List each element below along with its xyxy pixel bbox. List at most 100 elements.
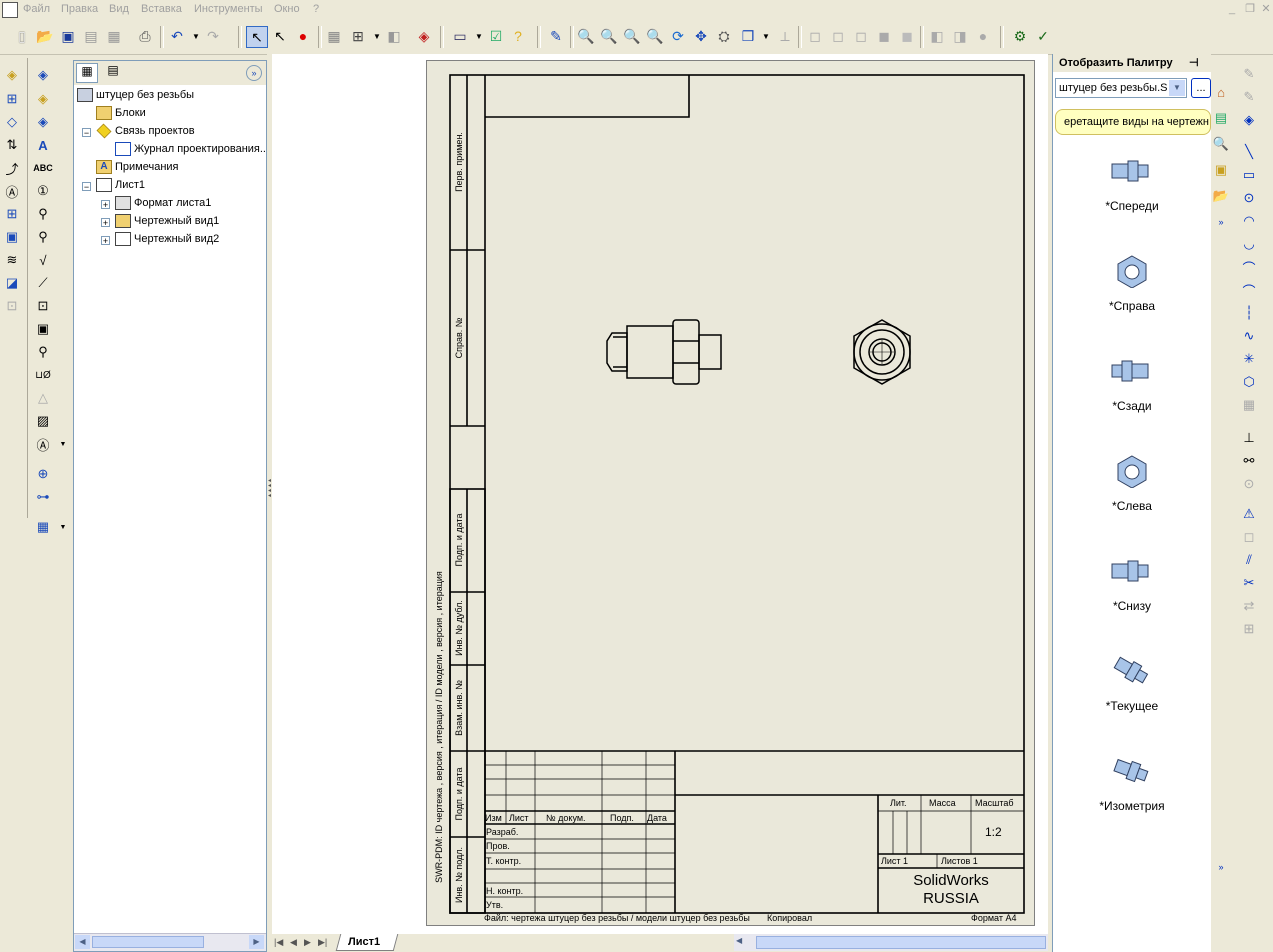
expand-icon[interactable]: + [101,236,110,246]
datum-target-icon[interactable]: ⊔Ø [32,365,54,385]
magnetic-line-icon[interactable]: ⚲ [32,227,54,247]
palette-view-isometric[interactable]: *Изометрия [1053,754,1211,813]
snap-icon[interactable]: ⊞ [348,26,368,46]
hole-callout-icon[interactable]: ⊡ [32,296,54,316]
offset-entities-icon[interactable]: ▦ [1238,395,1260,415]
line-icon[interactable]: ╲ [1238,142,1260,162]
drawing-sheet[interactable]: Перв. примен. Справ. № Подп. и дата Инв.… [426,60,1035,926]
zoom-area-icon[interactable]: 🔍 [599,26,619,46]
geometric-tolerance-icon[interactable]: ▣ [32,319,54,339]
spell-check-icon[interactable]: ◈ [32,112,54,132]
center-mark-icon[interactable]: ⊕ [32,464,54,484]
print-icon[interactable]: ⎙ [135,26,155,46]
scroll-right-icon[interactable]: ▶ [249,935,264,949]
standard-3-view-icon[interactable]: ⊞ [1,204,23,224]
shadows-icon[interactable]: ◨ [950,26,970,46]
collapse-icon[interactable]: − [82,182,91,192]
help-icon[interactable]: ? [508,26,528,46]
prev-sheet-icon[interactable]: ◀ [290,937,297,948]
model-items-icon[interactable]: ◈ [32,89,54,109]
minimize-icon[interactable]: _ [1225,2,1239,16]
spell-checker-icon[interactable]: ABC [32,158,54,178]
palette-view-right[interactable]: *Справа [1053,254,1211,313]
extend-icon[interactable]: ⫽ [1238,550,1260,570]
pin-icon[interactable]: ⊣ [1189,56,1199,69]
expand-panel-icon[interactable]: » [246,65,262,81]
perspective-icon[interactable]: ◧ [927,26,947,46]
rotate-icon[interactable]: ⟳ [668,26,688,46]
note-icon[interactable]: A [32,135,54,155]
menu-window[interactable]: Окно [274,3,300,15]
standard-views-icon[interactable]: ❒ [738,26,758,46]
block-dropdown-icon[interactable]: ▼ [52,434,74,454]
collapse-icon[interactable]: − [82,128,91,138]
section-view-icon[interactable]: ⟂ [775,26,795,46]
display-relations-icon[interactable]: ⚯ [1238,451,1260,471]
design-library-icon[interactable]: ▤ [1210,108,1232,128]
zoom-selection-icon[interactable]: 🔍 [645,26,665,46]
weld-symbol-icon[interactable]: ⟋ [32,273,54,293]
appearances-icon[interactable]: 📂 [1210,186,1232,206]
detail-view-icon[interactable]: Ⓐ [1,181,23,201]
tangent-arc-icon[interactable]: ◡ [1238,234,1260,254]
split-icon[interactable]: ✂ [1238,573,1260,593]
centerline-icon[interactable]: ⊶ [32,487,54,507]
menu-insert[interactable]: Вставка [141,3,182,15]
expand-icon[interactable]: + [101,218,110,228]
tree-item-annotations[interactable]: A Примечания [96,159,179,175]
scroll-thumb[interactable] [756,936,1046,949]
open-folder-icon[interactable]: 📂 [35,26,55,46]
publish-icon[interactable]: ▦ [104,26,124,46]
circle-icon[interactable]: ⊙ [1238,188,1260,208]
sheet-tab-sheet1[interactable]: Лист1 [348,936,380,948]
first-sheet-icon[interactable]: |◀ [274,937,283,948]
shaded-icon[interactable]: ◼ [897,26,917,46]
centerpoint-arc-icon[interactable]: ◠ [1238,211,1260,231]
break-icon[interactable]: ≋ [1,250,23,270]
expand-bottom-icon[interactable]: » [1210,857,1232,877]
views-dropdown-icon[interactable]: ▼ [756,26,776,46]
block-tool-icon[interactable]: ⊞ [1238,619,1260,639]
3d-part-icon[interactable]: ◈ [414,26,434,46]
browse-button[interactable]: ... [1191,78,1211,98]
zoom-in-out-icon[interactable]: 🔍 [622,26,642,46]
spline-icon[interactable]: ∿ [1238,326,1260,346]
add-relation-icon[interactable]: ⊥ [1238,428,1260,448]
aligned-section-icon[interactable]: ⤴ [1,158,23,178]
polygon-icon[interactable]: ⬡ [1238,372,1260,392]
hidden-lines-visible-icon[interactable]: ◻ [828,26,848,46]
area-hatch-icon[interactable]: ▨ [32,411,54,431]
smart-dim-icon[interactable]: ✎ [1238,87,1260,107]
section-view-icon[interactable]: ⇅ [1,135,23,155]
horizontal-scrollbar[interactable]: ◀ [734,934,1048,951]
zoom-to-fit-icon[interactable]: 🔍 [576,26,596,46]
auto-balloon-icon[interactable]: ⚲ [32,204,54,224]
arc-icon[interactable]: ⌒ [1238,280,1260,300]
broken-out-section-icon[interactable]: ▣ [1,227,23,247]
centerline-icon[interactable]: ┆ [1238,303,1260,323]
shaded-edges-icon[interactable]: ◼ [874,26,894,46]
tree-horizontal-scrollbar[interactable]: ◀ ▶ [74,933,266,951]
scroll-left-icon[interactable]: ◀ [75,935,90,949]
surface-finish-icon[interactable]: √ [32,250,54,270]
feature-manager-tab-icon[interactable]: ▦ [76,63,98,83]
alternate-position-icon[interactable]: ⊡ [1,296,23,316]
undo-icon[interactable]: ↶ [167,26,187,46]
app-icon[interactable] [2,2,18,18]
palette-view-bottom[interactable]: *Снизу [1053,554,1211,613]
restore-icon[interactable]: ❐ [1243,2,1257,16]
crop-view-icon[interactable]: ◪ [1,273,23,293]
tree-item-sheet-format[interactable]: Формат листа1 [115,195,211,211]
select-arrow-icon[interactable]: ↖ [246,26,268,48]
chevron-down-icon[interactable]: ▼ [1169,80,1185,96]
palette-file-select[interactable]: штуцер без резьбы.S ▼ [1055,78,1187,98]
datum-feature-icon[interactable]: ⚲ [32,342,54,362]
file-explorer-icon[interactable]: 🔍 [1210,134,1232,154]
fix-icon[interactable]: ⊙ [1238,474,1260,494]
new-document-icon[interactable]: ▯ [12,26,32,46]
mirror-icon[interactable]: ⚠ [1238,504,1260,524]
revision-symbol-icon[interactable]: △ [32,388,54,408]
menu-tools[interactable]: Инструменты [194,3,263,15]
dimension-icon[interactable]: ◈ [1238,110,1260,130]
options-icon[interactable]: ☑ [486,26,506,46]
